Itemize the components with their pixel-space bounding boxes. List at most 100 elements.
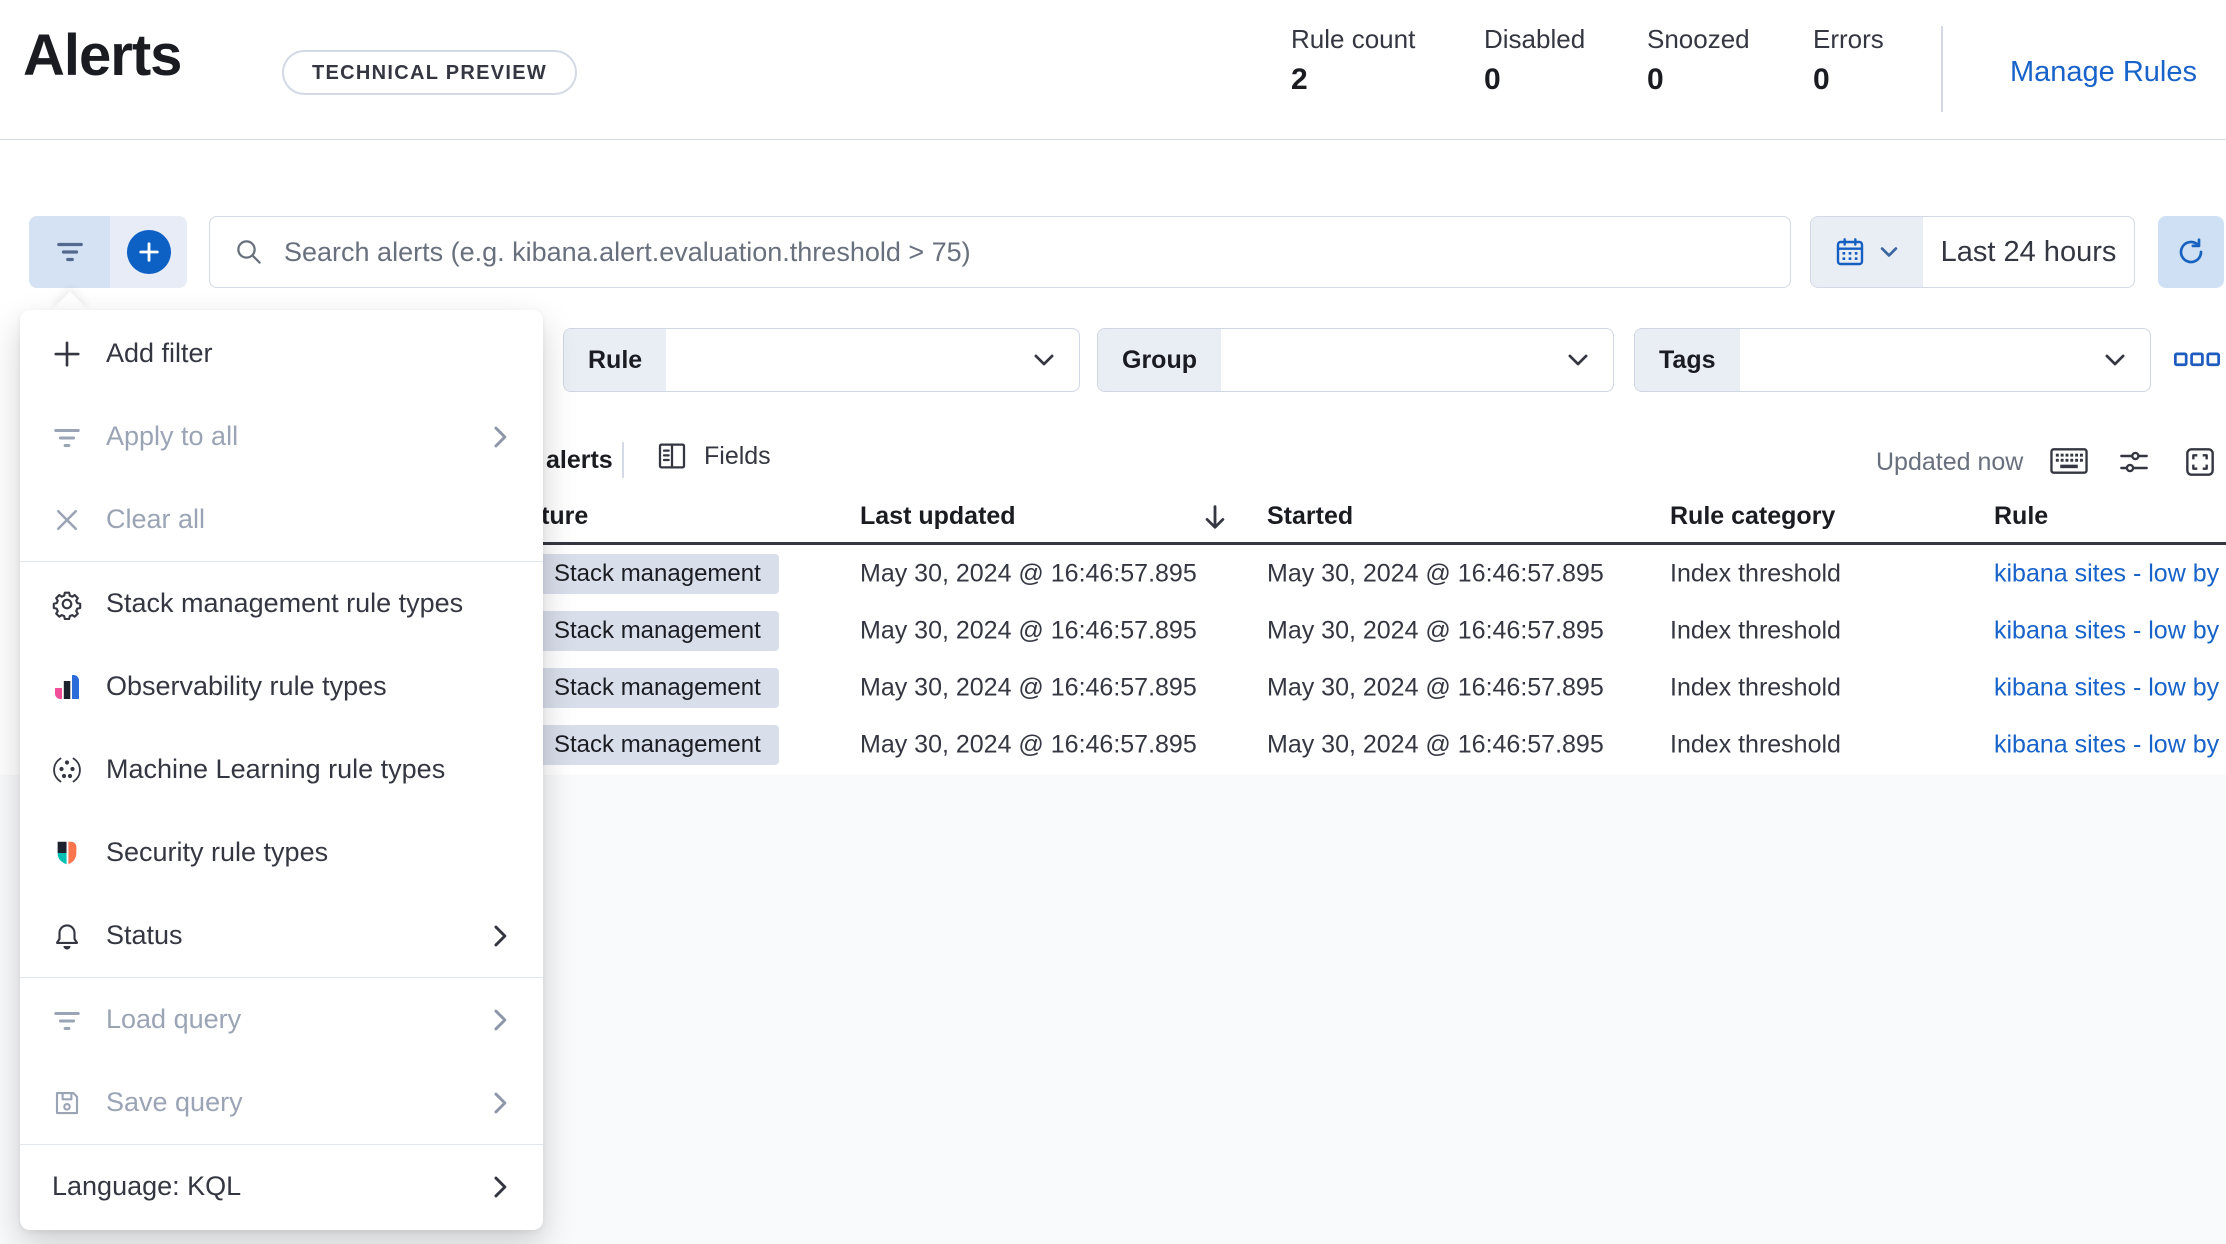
stat-snoozed: Snoozed 0 (1647, 24, 1750, 97)
observability-icon (50, 671, 84, 703)
stat-errors: Errors 0 (1813, 24, 1884, 97)
menu-item-label: Save query (106, 1087, 243, 1117)
rule-link[interactable]: kibana sites - low by (1994, 616, 2219, 645)
header-divider (1941, 26, 1943, 112)
fields-button[interactable]: Fields (656, 440, 771, 472)
filter-popover-menu: Add filter Apply to all Clear all Stack … (20, 310, 543, 1230)
search-bar (209, 216, 1791, 288)
started-cell: May 30, 2024 @ 16:46:57.895 (1267, 730, 1604, 758)
fullscreen-icon (2184, 446, 2216, 478)
chevron-right-icon (487, 424, 513, 450)
date-picker-quick-menu-button[interactable] (1811, 217, 1923, 287)
column-header-rule-category[interactable]: Rule category (1670, 502, 1835, 531)
feature-badge: Stack management (536, 553, 779, 594)
menu-item-label: Language: KQL (52, 1171, 242, 1201)
rule-link[interactable]: kibana sites - low by (1994, 730, 2219, 759)
bell-icon (50, 921, 84, 951)
menu-item-label: Status (106, 920, 183, 950)
menu-item-label: Observability rule types (106, 671, 387, 701)
add-filter-button[interactable] (110, 216, 187, 288)
controls-icon (2118, 446, 2150, 478)
refresh-button[interactable] (2158, 216, 2224, 288)
filter-icon (55, 237, 85, 267)
fields-button-label: Fields (704, 441, 771, 470)
alerts-count-label: alerts (546, 446, 613, 474)
menu-item-stack-management-rule-types[interactable]: Stack management rule types (20, 562, 543, 645)
grid-settings-button[interactable] (2118, 446, 2150, 478)
stat-value: 0 (1647, 63, 1664, 96)
stat-value: 0 (1484, 63, 1501, 96)
chevron-down-icon (1878, 241, 1900, 263)
menu-item-label: Security rule types (106, 837, 329, 867)
add-filter-plus-icon (126, 230, 171, 274)
filter-icon (50, 422, 84, 452)
keyboard-icon (2050, 446, 2088, 476)
last-updated-cell: May 30, 2024 @ 16:46:57.895 (860, 730, 1197, 758)
menu-item-machine-learning-rule-types[interactable]: Machine Learning rule types (20, 728, 543, 811)
technical-preview-badge: TECHNICAL PREVIEW (282, 50, 578, 95)
rule-category-cell: Index threshold (1670, 616, 1841, 644)
last-updated-cell: May 30, 2024 @ 16:46:57.895 (860, 673, 1197, 701)
search-input[interactable] (284, 236, 1766, 268)
group-filter-label: Group (1098, 329, 1221, 391)
manage-rules-link[interactable]: Manage Rules (2010, 56, 2197, 89)
menu-item-label: Machine Learning rule types (106, 754, 446, 784)
group-filter-select[interactable]: Group (1097, 328, 1614, 392)
feature-badge: Stack management (536, 610, 779, 651)
sort-descending-icon[interactable] (1200, 502, 1230, 532)
menu-item-observability-rule-types[interactable]: Observability rule types (20, 645, 543, 728)
rule-link[interactable]: kibana sites - low by (1994, 559, 2219, 588)
group-filter-value (1221, 329, 1565, 391)
chevron-down-icon (1031, 329, 1079, 391)
fields-icon (656, 440, 688, 472)
plus-icon (50, 339, 84, 369)
more-filters-button[interactable] (2174, 352, 2220, 368)
menu-item-apply-to-all[interactable]: Apply to all (20, 395, 543, 478)
menu-item-security-rule-types[interactable]: Security rule types (20, 811, 543, 894)
column-header-started[interactable]: Started (1267, 502, 1353, 531)
rule-category-cell: Index threshold (1670, 559, 1841, 587)
chevron-right-icon (487, 1007, 513, 1033)
menu-item-save-query[interactable]: Save query (20, 1061, 543, 1144)
menu-item-add-filter[interactable]: Add filter (20, 312, 543, 395)
chevron-right-icon (487, 1090, 513, 1116)
security-icon (50, 838, 84, 868)
last-updated-cell: May 30, 2024 @ 16:46:57.895 (860, 616, 1197, 644)
date-picker: Last 24 hours (1810, 216, 2135, 288)
menu-item-label: Clear all (106, 504, 206, 534)
rule-category-cell: Index threshold (1670, 673, 1841, 701)
filter-menu-button[interactable] (29, 216, 110, 288)
stat-label: Disabled (1484, 24, 1586, 54)
menu-item-label: Apply to all (106, 421, 239, 451)
rule-link[interactable]: kibana sites - low by (1994, 673, 2219, 702)
stat-rule-count: Rule count 2 (1291, 24, 1415, 97)
started-cell: May 30, 2024 @ 16:46:57.895 (1267, 673, 1604, 701)
time-range-button[interactable]: Last 24 hours (1923, 217, 2134, 287)
menu-item-load-query[interactable]: Load query (20, 978, 543, 1061)
stat-label: Rule count (1291, 24, 1416, 54)
tags-filter-select[interactable]: Tags (1634, 328, 2151, 392)
fullscreen-button[interactable] (2184, 446, 2216, 478)
stat-disabled: Disabled 0 (1484, 24, 1585, 97)
menu-item-language-kql[interactable]: Language: KQL (20, 1145, 543, 1228)
stat-label: Snoozed (1647, 24, 1750, 54)
tags-filter-value (1740, 329, 2103, 391)
filter-button-group (29, 216, 187, 288)
filter-icon (50, 1005, 84, 1035)
chevron-right-icon (487, 1174, 513, 1200)
menu-item-label: Load query (106, 1004, 242, 1034)
column-header-last-updated[interactable]: Last updated (860, 502, 1016, 531)
rule-filter-select[interactable]: Rule (563, 328, 1080, 392)
menu-item-clear-all[interactable]: Clear all (20, 478, 543, 561)
machine-learning-icon (50, 754, 84, 786)
chevron-right-icon (487, 923, 513, 949)
keyboard-shortcuts-button[interactable] (2050, 446, 2088, 476)
gear-icon (50, 588, 84, 620)
column-header-rule[interactable]: Rule (1994, 502, 2048, 531)
stat-value: 2 (1291, 63, 1308, 96)
calendar-icon (1834, 236, 1866, 268)
last-updated-cell: May 30, 2024 @ 16:46:57.895 (860, 559, 1197, 587)
header-rule (0, 139, 2226, 140)
menu-item-status[interactable]: Status (20, 894, 543, 977)
started-cell: May 30, 2024 @ 16:46:57.895 (1267, 616, 1604, 644)
